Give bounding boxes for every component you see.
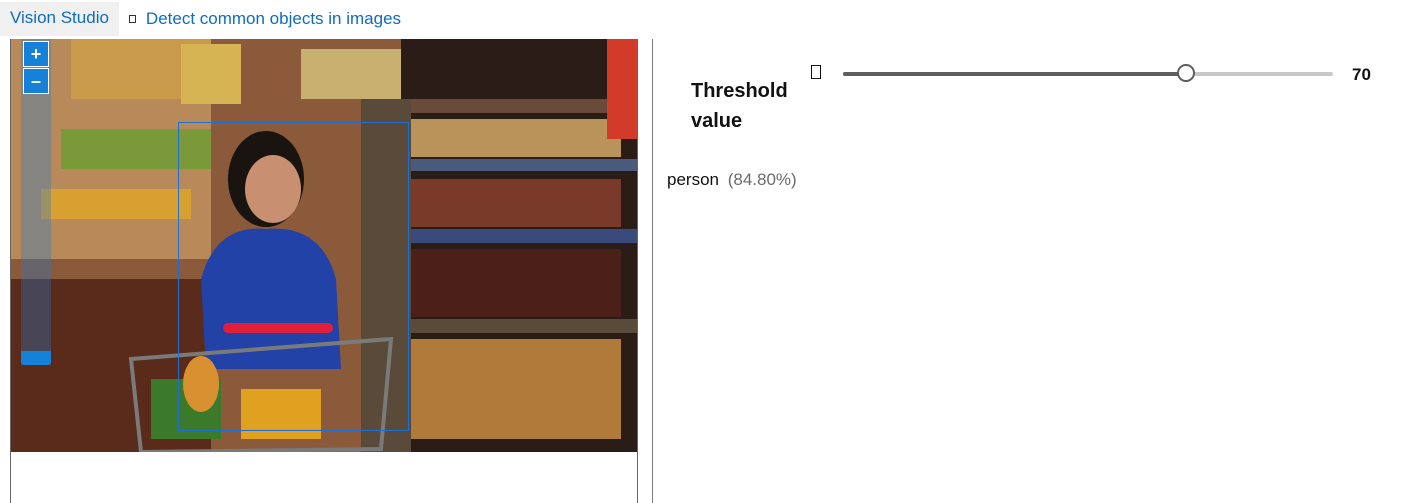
detection-confidence: (84.80%) <box>727 170 797 189</box>
threshold-slider-fill <box>843 72 1186 76</box>
zoom-in-button[interactable]: + <box>23 41 49 67</box>
breadcrumb-current-page[interactable]: Detect common objects in images <box>146 9 401 29</box>
threshold-info-icon <box>811 65 821 79</box>
threshold-slider-thumb[interactable] <box>1177 64 1195 82</box>
detection-result-item[interactable]: person (84.80%) <box>667 170 797 190</box>
breadcrumb-vision-studio-link[interactable]: Vision Studio <box>0 2 119 36</box>
threshold-label: Threshold value <box>691 80 788 132</box>
panel-divider <box>652 39 653 503</box>
threshold-value: 70 <box>1352 65 1371 84</box>
detection-label: person <box>667 170 719 189</box>
zoom-out-button[interactable]: – <box>23 68 49 94</box>
sample-image: + – <box>11 39 637 452</box>
image-viewer[interactable]: + – <box>10 39 638 503</box>
threshold-slider[interactable] <box>843 64 1333 82</box>
breadcrumb-separator-icon <box>128 15 136 23</box>
breadcrumb: Vision Studio Detect common objects in i… <box>0 0 401 38</box>
detection-box-person[interactable] <box>178 122 409 431</box>
zoom-slider-handle[interactable] <box>21 351 51 365</box>
